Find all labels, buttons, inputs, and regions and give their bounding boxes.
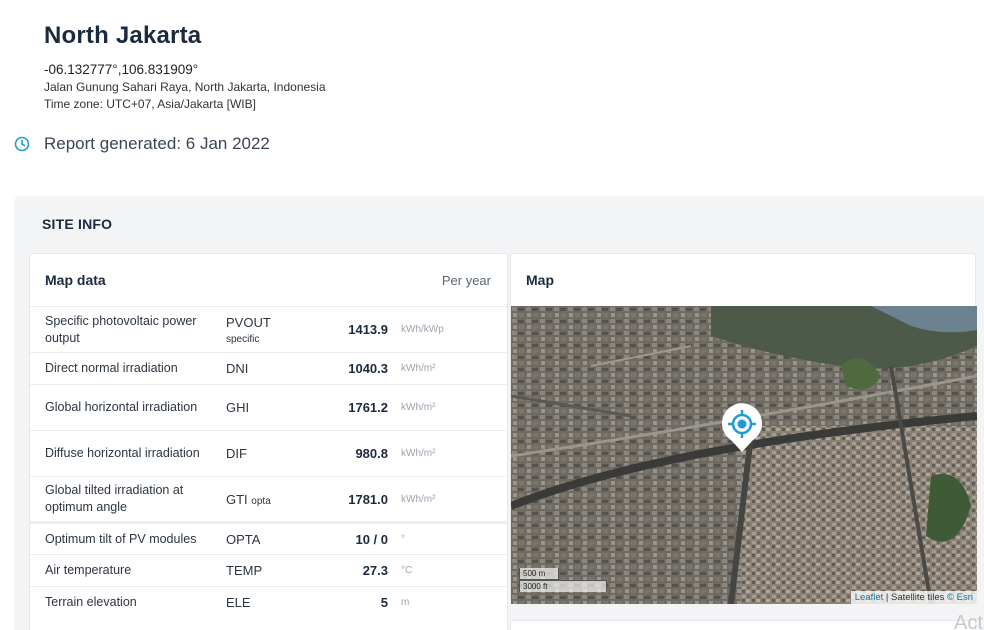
row-label: Global tilted irradiation at optimum ang…: [30, 476, 226, 523]
row-code: GTI: [226, 491, 248, 507]
row-unit: kWh/m²: [388, 384, 507, 431]
coordinates: -06.132777°,106.831909°: [44, 62, 199, 77]
row-label: Specific photovoltaic power output: [30, 306, 226, 353]
row-value: 10 / 0: [306, 521, 388, 555]
scale-metric: 500 m: [519, 568, 559, 580]
table-row: Global tilted irradiation at optimum ang…: [30, 476, 507, 523]
location-marker[interactable]: [719, 402, 765, 459]
table-row: Optimum tilt of PV modules OPTA 10 / 0 °: [30, 521, 507, 555]
clock-icon: [14, 136, 30, 152]
map-data-period: Per year: [441, 272, 491, 288]
row-code-cell: TEMP: [226, 554, 306, 587]
satellite-map[interactable]: 500 m 3000 ft Leaflet | Satellite tiles …: [511, 306, 977, 604]
row-unit: °C: [388, 554, 507, 587]
site-info-panel: SITE INFO Map data Per year Specific pho…: [14, 196, 984, 630]
row-code-sub: specific: [226, 333, 260, 345]
activation-watermark: Act: [954, 612, 983, 630]
row-code-cell: PVOUT specific: [226, 306, 306, 353]
row-unit: kWh/kWp: [388, 306, 507, 353]
row-code-sub: opta: [251, 495, 271, 507]
map-attribution: Leaflet | Satellite tiles © Esri: [850, 591, 977, 604]
row-value: 1781.0: [306, 476, 388, 523]
map-scale: 500 m 3000 ft: [519, 568, 607, 592]
row-label: Diffuse horizontal irradiation: [30, 430, 226, 477]
table-row: Global horizontal irradiation GHI 1761.2 kW…: [30, 384, 507, 431]
row-value: 1413.9: [306, 306, 388, 353]
row-code: PVOUT: [226, 314, 271, 330]
row-unit: kWh/m²: [388, 430, 507, 477]
map-data-card: Map data Per year Specific photovoltaic …: [29, 253, 508, 630]
row-code-cell: ELE: [226, 586, 306, 619]
map-data-title: Map data: [45, 272, 106, 288]
row-unit: kWh/m²: [388, 476, 507, 523]
map-data-header: Map data Per year: [30, 254, 507, 306]
row-code: TEMP: [226, 563, 263, 578]
row-label: Air temperature: [30, 554, 226, 587]
address: Jalan Gunung Sahari Raya, North Jakarta,…: [44, 80, 326, 94]
esri-link[interactable]: © Esri: [947, 592, 973, 603]
row-value: 1761.2: [306, 384, 388, 431]
row-code: OPTA: [226, 531, 261, 547]
table-row: Specific photovoltaic power output PVOUT s…: [30, 306, 507, 353]
table-row: Direct normal irradiation DNI 1040.3 kWh/m²: [30, 352, 507, 385]
row-value: 27.3: [306, 554, 388, 587]
row-unit: kWh/m²: [388, 352, 507, 385]
row-label: Optimum tilt of PV modules: [30, 521, 226, 555]
map-card: Map 500 m 3000 ft Leaflet | Satellite ti…: [510, 253, 977, 604]
table-row: Diffuse horizontal irradiation DIF 980.8 kW…: [30, 430, 507, 477]
row-code-cell: GHI: [226, 384, 306, 431]
row-unit: m: [388, 586, 507, 619]
map-header: Map: [511, 254, 975, 306]
location-target-icon: [722, 403, 762, 452]
map-data-table: Specific photovoltaic power output PVOUT s…: [30, 306, 507, 619]
location-header: North Jakarta -06.132777°,106.831909° Ja…: [44, 22, 326, 111]
row-code-cell: GTI opta: [226, 476, 306, 523]
row-code: GHI: [226, 400, 250, 415]
row-code-cell: OPTA: [226, 521, 306, 555]
row-label: Terrain elevation: [30, 586, 226, 619]
table-row: Terrain elevation ELE 5 m: [30, 586, 507, 619]
page-title: North Jakarta: [44, 22, 202, 49]
row-code: ELE: [226, 595, 251, 611]
row-code: DNI: [226, 361, 249, 376]
leaflet-link[interactable]: Leaflet: [855, 592, 884, 603]
row-value: 1040.3: [306, 352, 388, 385]
attribution-separator: | Satellite tiles: [883, 592, 947, 603]
row-label: Global horizontal irradiation: [30, 384, 226, 431]
row-label: Direct normal irradiation: [30, 352, 226, 385]
map-title: Map: [526, 272, 554, 288]
report-text: Report generated: 6 Jan 2022: [44, 134, 270, 153]
row-code-cell: DNI: [226, 352, 306, 385]
row-value: 5: [306, 586, 388, 619]
row-code: DIF: [226, 446, 247, 461]
row-unit: °: [388, 521, 507, 555]
site-info-title: SITE INFO: [42, 216, 113, 232]
next-card: [510, 620, 976, 630]
timezone: Time zone: UTC+07, Asia/Jakarta [WIB]: [44, 97, 256, 111]
row-value: 980.8: [306, 430, 388, 477]
scale-imperial: 3000 ft: [519, 580, 607, 592]
report-generated: Report generated: 6 Jan 2022: [14, 134, 270, 154]
row-code-cell: DIF: [226, 430, 306, 477]
table-row: Air temperature TEMP 27.3 °C: [30, 554, 507, 587]
